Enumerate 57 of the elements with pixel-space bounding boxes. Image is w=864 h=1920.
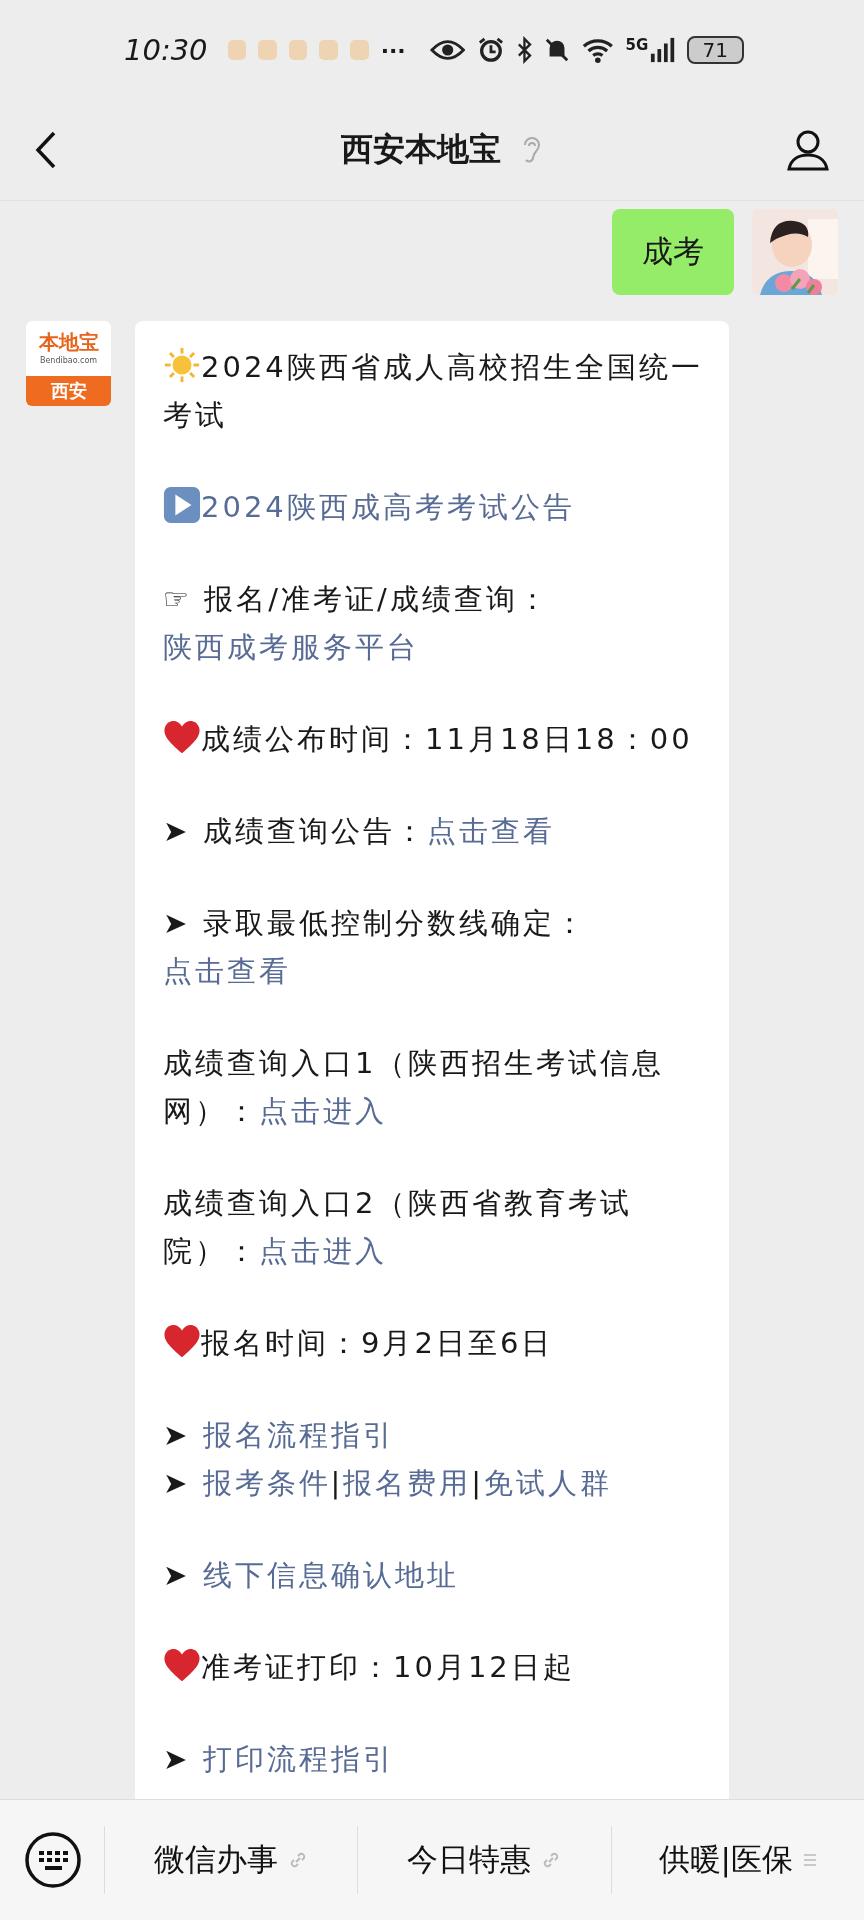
chat-title: 西安本地宝 [341,129,501,170]
message-text: 成绩查询入口2（陕西省教育考试院）：点击进入 [163,1185,634,1270]
link[interactable]: 免试人群 [484,1466,613,1500]
alarm-icon [477,35,505,65]
logo-text: 本地宝 [38,329,99,356]
message-text: ➤ 打印流程指引 [163,1741,396,1778]
signal-icon [650,37,675,63]
link[interactable]: 打印流程指引 [202,1742,395,1776]
wifi-icon [581,36,614,64]
back-icon[interactable] [34,130,58,170]
heart-icon [163,1646,201,1684]
eye-icon [429,38,466,62]
link[interactable]: 报名费用 [343,1466,472,1500]
status-time: 10:30 [124,33,208,67]
menu-item[interactable]: 供暖|医保 [611,1820,864,1900]
link[interactable]: 报名流程指引 [202,1418,395,1452]
notification-icon [350,40,369,60]
message-text: ➤ 报名流程指引 [163,1417,396,1454]
heart-icon [163,718,201,756]
more-notifications: ··· [380,37,406,63]
muted-bell-icon [543,36,570,64]
message-text: ➤ 报考条件|报名费用|免试人群 [163,1465,614,1502]
message-text: ➤ 线下信息确认地址 [163,1557,460,1594]
link[interactable]: 2024陕西成高考考试公告 [201,490,575,524]
menu-item[interactable]: 微信办事 [105,1820,358,1900]
link[interactable]: 报考条件 [202,1466,331,1500]
menu-item[interactable]: 今日特惠 [358,1820,611,1900]
logo-domain: Bendibao.com [39,356,98,365]
message-text: 2024陕西省成人高校招生全国统一考试 [163,343,703,439]
notification-icon [227,40,247,60]
message-text: 成绩查询入口1（陕西招生考试信息网）：点击进入 [163,1045,666,1130]
play-icon [163,486,201,524]
link[interactable]: 点击进入 [259,1234,387,1268]
battery-indicator: 71 [686,36,744,64]
link[interactable]: 点击查看 [163,954,291,988]
heart-icon [163,1322,201,1360]
link[interactable]: 线下信息确认地址 [202,1558,459,1592]
logo-city: 西安 [26,376,111,406]
bluetooth-icon [517,36,532,64]
profile-icon[interactable] [786,128,830,172]
keyboard-icon[interactable] [24,1831,82,1889]
sun-icon [163,346,201,384]
notification-icon [258,40,277,60]
message-text: ☞ 报名/准考证/成绩查询： 陕西成考服务平台 [163,581,551,666]
notification-icon [319,40,338,60]
sent-message: 成考 [612,209,734,295]
message-text: 准考证打印：10月12日起 [163,1643,703,1691]
link[interactable]: 陕西成考服务平台 [163,630,419,664]
message-text: 成绩公布时间：11月18日18：00 [163,715,703,763]
network-type: 5G [625,36,649,54]
message-text: ➤ 成绩查询公告：点击查看 [163,813,556,850]
link[interactable]: 点击进入 [259,1094,387,1128]
message-text: ➤ 录取最低控制分数线确定： 点击查看 [163,905,588,990]
notification-icon [288,40,308,60]
link[interactable]: 点击查看 [426,814,555,848]
message-text: 报名时间：9月2日至6日 [163,1319,703,1367]
list-icon [803,1852,818,1868]
